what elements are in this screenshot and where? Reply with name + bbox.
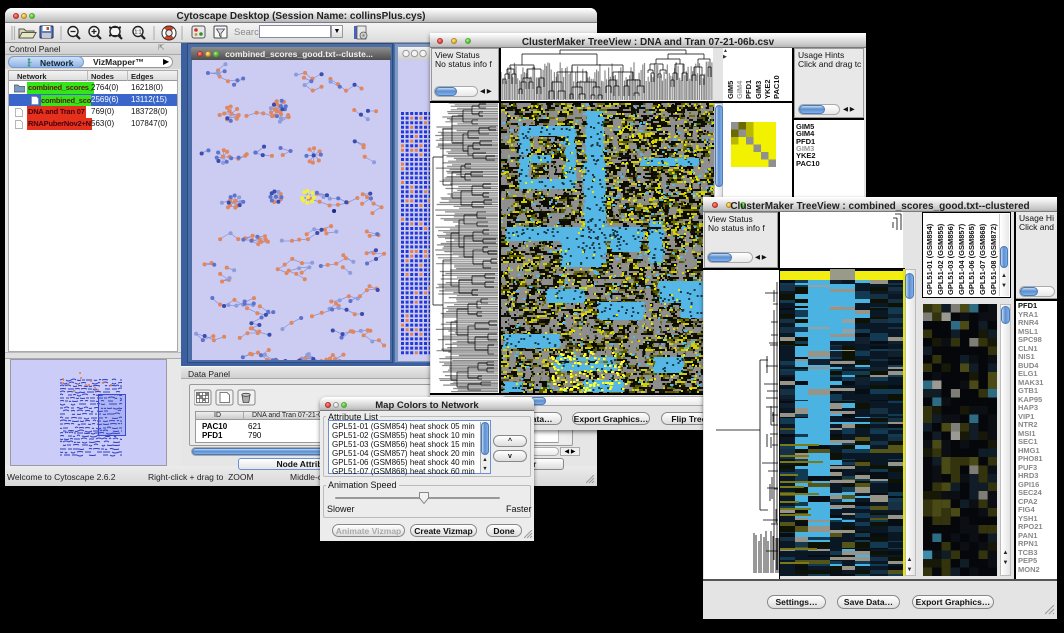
- svg-text:1:1: 1:1: [135, 30, 142, 36]
